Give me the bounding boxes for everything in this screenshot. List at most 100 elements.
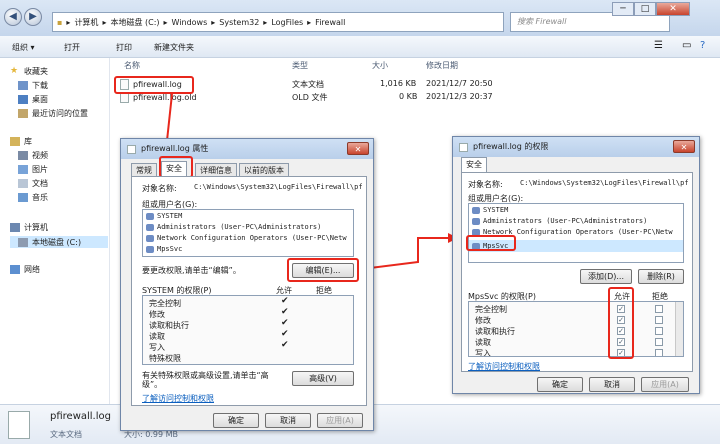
address-bar[interactable]: ▪ ▸ 计算机 ▸ 本地磁盘 (C:) ▸ Windows ▸ System32 ▸ L…	[52, 12, 504, 32]
apply-button[interactable]: 应用(A)	[317, 413, 363, 428]
add-button[interactable]: 添加(D)...	[580, 269, 632, 284]
list-item[interactable]: MpsSvc	[146, 245, 182, 253]
deny-checkbox[interactable]	[655, 338, 663, 346]
permission-name: 读取和执行	[149, 321, 189, 330]
highlight-box	[287, 258, 359, 282]
list-item[interactable]: Network Configuration Operators (User-PC…	[146, 234, 347, 242]
permission-name: 完全控制	[149, 299, 181, 308]
nav-desktop[interactable]: 桌面	[18, 94, 48, 105]
view-icon[interactable]: ☰	[654, 40, 663, 51]
file-size: 1,016 KB	[380, 79, 417, 88]
status-file-name: pfirewall.log	[50, 411, 111, 422]
ok-button[interactable]: 确定	[537, 377, 583, 392]
breadcrumb-computer[interactable]: 计算机	[74, 17, 98, 28]
nav-downloads[interactable]: 下载	[18, 80, 48, 91]
list-item[interactable]: Administrators (User-PC\Administrators)	[146, 223, 321, 231]
user-list[interactable]: SYSTEM Administrators (User-PC\Administr…	[142, 209, 354, 257]
list-item[interactable]: SYSTEM	[146, 212, 182, 220]
toolbar: 组织 ▾ 打开 打印 新建文件夹 ☰ ▭ ?	[0, 36, 720, 58]
change-permissions-text: 要更改权限,请单击“编辑”。	[142, 266, 241, 275]
nav-videos[interactable]: 视频	[18, 150, 48, 161]
column-name[interactable]: 名称	[124, 60, 140, 71]
download-folder-icon	[18, 81, 28, 90]
nav-local-disk[interactable]: 本地磁盘 (C:)	[10, 236, 108, 248]
tab-previous-versions[interactable]: 以前的版本	[239, 163, 289, 177]
file-icon	[127, 145, 136, 154]
breadcrumb-firewall[interactable]: Firewall	[315, 18, 345, 27]
permissions-dialog: pfirewall.log 的权限 ✕ 安全 对象名称: C:\Windows\…	[452, 136, 700, 394]
forward-button[interactable]: ▶	[24, 8, 42, 26]
picture-icon	[18, 165, 28, 174]
back-button[interactable]: ◀	[4, 8, 22, 26]
user-group-icon	[146, 212, 154, 220]
column-type[interactable]: 类型	[292, 60, 308, 71]
nav-music[interactable]: 音乐	[18, 192, 48, 203]
new-folder-button[interactable]: 新建文件夹	[154, 42, 194, 53]
ok-button[interactable]: 确定	[213, 413, 259, 428]
print-button[interactable]: 打印	[116, 42, 132, 53]
music-icon	[18, 193, 28, 202]
highlight-box	[159, 156, 193, 178]
open-button[interactable]: 打开	[64, 42, 80, 53]
list-item[interactable]: SYSTEM	[472, 206, 508, 214]
cancel-button[interactable]: 取消	[589, 377, 635, 392]
object-name-value: C:\Windows\System32\LogFiles\Firewall\pf	[194, 183, 363, 191]
highlight-box	[466, 235, 516, 251]
cancel-button[interactable]: 取消	[265, 413, 311, 428]
column-date[interactable]: 修改日期	[426, 60, 458, 71]
list-item[interactable]: Administrators (User-PC\Administrators)	[472, 217, 647, 225]
title-bar: ◀ ▶ ▪ ▸ 计算机 ▸ 本地磁盘 (C:) ▸ Windows ▸ System3…	[0, 0, 720, 36]
close-button[interactable]: ✕	[656, 2, 690, 16]
breadcrumb-local-disk[interactable]: 本地磁盘 (C:)	[110, 17, 159, 28]
nav-pictures[interactable]: 图片	[18, 164, 48, 175]
minimize-button[interactable]: ─	[612, 2, 634, 16]
permission-name: 特殊权限	[149, 354, 181, 363]
file-icon	[459, 143, 468, 152]
file-row[interactable]: pfirewall.log 文本文档 1,016 KB 2021/12/7 20…	[114, 79, 704, 92]
apply-button[interactable]: 应用(A)	[641, 377, 689, 392]
tab-details[interactable]: 详细信息	[195, 163, 237, 177]
dialog-close-button[interactable]: ✕	[673, 140, 695, 153]
special-permissions-text: 有关特殊权限或高级设置,请单击“高级”。	[142, 371, 269, 389]
maximize-button[interactable]: □	[634, 2, 656, 16]
nav-recent[interactable]: 最近访问的位置	[18, 108, 88, 119]
deny-checkbox[interactable]	[655, 316, 663, 324]
organize-button[interactable]: 组织 ▾	[12, 42, 35, 53]
help-icon[interactable]: ?	[700, 40, 705, 51]
column-size[interactable]: 大小	[372, 60, 388, 71]
access-control-link[interactable]: 了解访问控制和权限	[142, 393, 214, 404]
tab-security[interactable]: 安全	[461, 157, 487, 173]
nav-favorites[interactable]: ★ 收藏夹	[10, 66, 48, 77]
breadcrumb-system32[interactable]: System32	[219, 18, 259, 27]
preview-pane-icon[interactable]: ▭	[682, 40, 691, 51]
permission-name: 读取和执行	[475, 327, 515, 336]
file-date: 2021/12/3 20:37	[426, 92, 493, 101]
object-name-label: 对象名称:	[468, 180, 503, 189]
check-mark-icon: ✔	[281, 329, 289, 339]
nav-network[interactable]: 网络	[10, 264, 40, 275]
properties-dialog: pfirewall.log 属性 ✕ 常规 安全 详细信息 以前的版本 对象名称…	[120, 138, 374, 431]
dialog-close-button[interactable]: ✕	[347, 142, 369, 155]
tab-general[interactable]: 常规	[131, 163, 157, 177]
security-panel: 对象名称: C:\Windows\System32\LogFiles\Firew…	[131, 176, 367, 406]
deny-checkbox[interactable]	[655, 305, 663, 313]
breadcrumb-logfiles[interactable]: LogFiles	[271, 18, 303, 27]
scrollbar[interactable]	[675, 302, 683, 356]
check-mark-icon: ✔	[281, 340, 289, 350]
desktop-icon	[18, 95, 28, 104]
nav-computer[interactable]: 计算机	[10, 222, 48, 233]
deny-checkbox[interactable]	[655, 349, 663, 356]
advanced-button[interactable]: 高级(V)	[292, 371, 354, 386]
user-list[interactable]: SYSTEM Administrators (User-PC\Administr…	[468, 203, 684, 263]
document-icon	[18, 179, 28, 188]
breadcrumb-windows[interactable]: Windows	[172, 18, 208, 27]
file-row[interactable]: pfirewall.log.old OLD 文件 0 KB 2021/12/3 …	[114, 92, 704, 105]
nav-library[interactable]: 库	[10, 136, 32, 147]
nav-documents[interactable]: 文档	[18, 178, 48, 189]
access-control-link[interactable]: 了解访问控制和权限	[468, 361, 540, 372]
status-file-type: 文本文档	[50, 430, 82, 439]
remove-button[interactable]: 删除(R)	[638, 269, 684, 284]
drive-icon	[18, 237, 28, 247]
deny-checkbox[interactable]	[655, 327, 663, 335]
file-size: 0 KB	[399, 92, 418, 101]
